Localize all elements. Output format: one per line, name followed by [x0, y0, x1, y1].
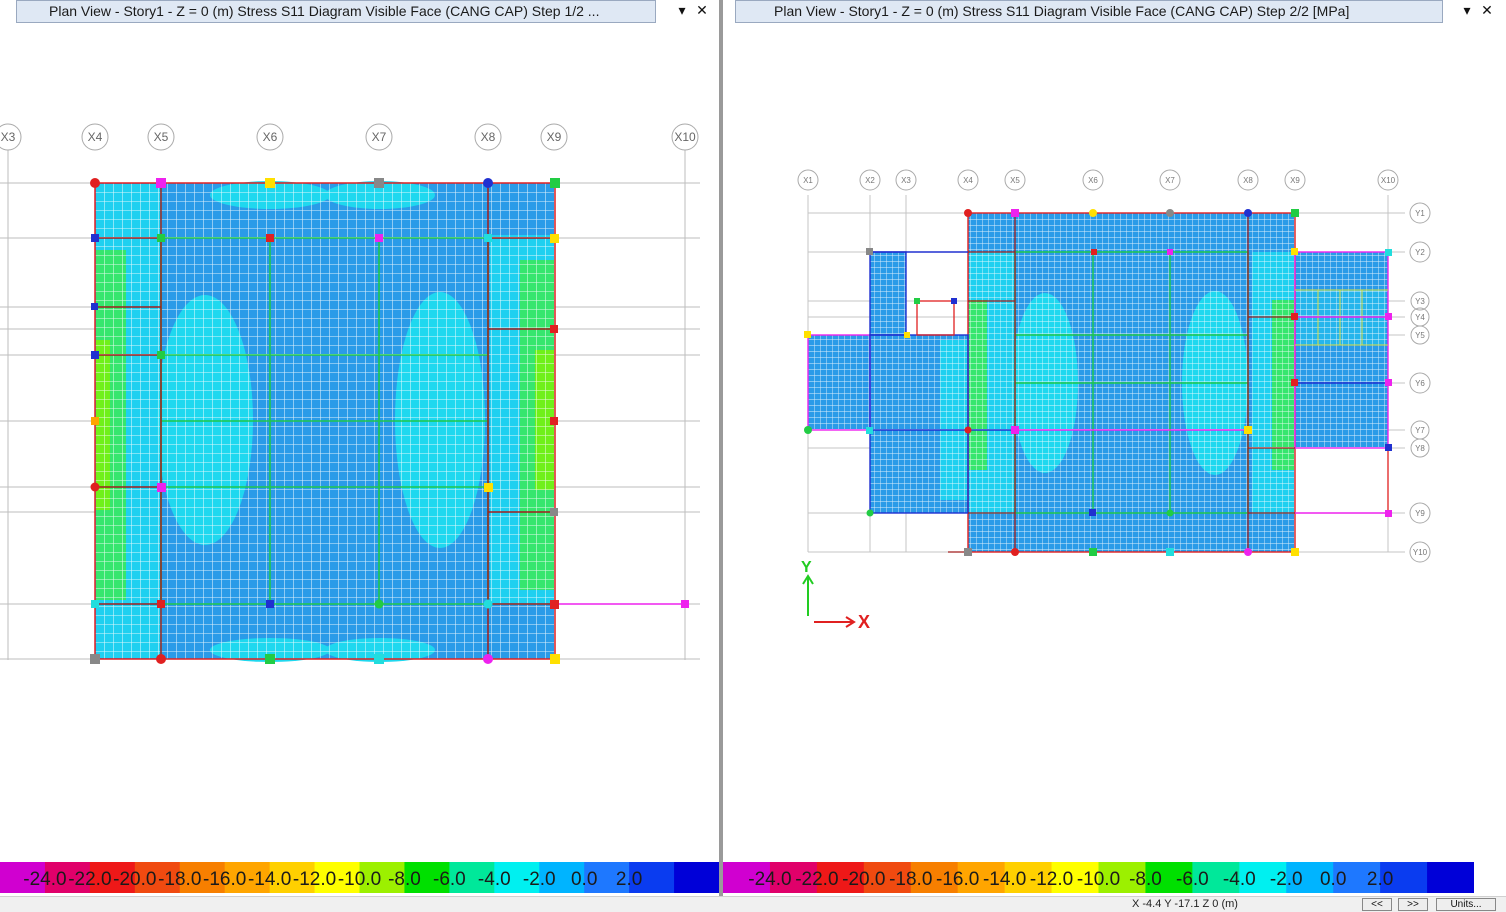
grid-label: Y3 [1415, 297, 1425, 306]
grid-label: Y6 [1415, 379, 1425, 388]
grid-label: Y5 [1415, 331, 1425, 340]
legend-value-label: -16.0 [936, 869, 979, 890]
left-color-legend: -24.0 -22.0 -20.0 -18.0 -16.0 -14.0 -12.0 -10.0… [0, 862, 719, 893]
legend-value-label: -22.0 [795, 869, 838, 890]
legend-value-label: -8.0 [1129, 869, 1162, 890]
right-window-title: Plan View - Story1 - Z = 0 (m) Stress S1… [774, 3, 1350, 19]
left-grid-bubbles: X3 X4 X5 X6 X7 X8 X9 X10 [0, 123, 699, 151]
grid-label: X10 [674, 130, 696, 144]
legend-value-label: -8.0 [388, 869, 421, 890]
grid-label: Y9 [1415, 509, 1425, 518]
grid-label: X4 [88, 130, 103, 144]
y-axis-label: Y [801, 559, 812, 576]
grid-label: X10 [1381, 176, 1396, 185]
grid-label: X9 [1290, 176, 1300, 185]
right-window-title-bar[interactable]: Plan View - Story1 - Z = 0 (m) Stress S1… [735, 0, 1443, 23]
legend-bar: -24.0 -22.0 -20.0 -18.0 -16.0 -14.0 -12.0 -10.0… [0, 862, 719, 893]
grid-label: Y7 [1415, 426, 1425, 435]
legend-value-label: -2.0 [1270, 869, 1303, 890]
legend-value-label: -24.0 [748, 869, 791, 890]
right-plan-view-window[interactable]: Plan View - Story1 - Z = 0 (m) Stress S1… [723, 0, 1506, 911]
grid-label: X9 [547, 130, 562, 144]
grid-label: Y10 [1413, 548, 1428, 557]
legend-value-label: -10.0 [1077, 869, 1120, 890]
legend-color-swatch [674, 862, 719, 893]
grid-label: X4 [963, 176, 973, 185]
grid-label: Y4 [1415, 313, 1425, 322]
grid-label: X7 [1165, 176, 1175, 185]
x-axis-label: X [858, 612, 870, 632]
grid-label: X3 [1, 130, 16, 144]
cursor-coordinates: X -4.4 Y -17.1 Z 0 (m) [1132, 898, 1238, 910]
legend-value-label: -18.0 [889, 869, 932, 890]
right-grid-bubbles-y: Y1 Y2 Y3 Y4 Y5 Y6 Y7 Y8 Y9 Y10 [1409, 202, 1431, 563]
grid-label: X3 [901, 176, 911, 185]
legend-value-label: -20.0 [113, 869, 156, 890]
close-icon[interactable]: ✕ [1477, 2, 1497, 20]
next-button[interactable]: >> [1398, 898, 1428, 911]
status-bar: X -4.4 Y -17.1 Z 0 (m) << >> Units... [0, 896, 1506, 912]
legend-value-label: -6.0 [1176, 869, 1209, 890]
legend-value-label: -18.0 [158, 869, 201, 890]
legend-value-label: -12.0 [293, 869, 336, 890]
legend-value-label: 2.0 [1367, 869, 1393, 890]
units-button[interactable]: Units... [1436, 898, 1496, 911]
legend-value-label: -14.0 [983, 869, 1026, 890]
left-plan-view-window[interactable]: Plan View - Story1 - Z = 0 (m) Stress S1… [0, 0, 719, 911]
grid-label: X2 [865, 176, 875, 185]
legend-value-label: -4.0 [1223, 869, 1256, 890]
right-grid-bubbles-x: X1 X2 X3 X4 X5 X6 X7 X8 X9 X10 [797, 169, 1399, 191]
left-window-title-bar[interactable]: Plan View - Story1 - Z = 0 (m) Stress S1… [16, 0, 656, 23]
legend-color-swatch [1427, 862, 1474, 893]
legend-value-label: -10.0 [338, 869, 381, 890]
legend-value-label: -20.0 [842, 869, 885, 890]
legend-value-label: -6.0 [433, 869, 466, 890]
legend-value-label: -2.0 [523, 869, 556, 890]
grid-label: X7 [372, 130, 387, 144]
legend-value-label: 2.0 [616, 869, 642, 890]
left-plan-view-canvas[interactable]: X3 X4 X5 X6 X7 X8 X9 X10 [0, 24, 719, 860]
legend-value-label: 0.0 [571, 869, 597, 890]
chevron-down-icon[interactable]: ▾ [672, 2, 692, 20]
grid-label: Y2 [1415, 248, 1425, 257]
legend-bar: -24.0 -22.0 -20.0 -18.0 -16.0 -14.0 -12.0 -10.0… [723, 862, 1474, 893]
axis-triad-icon: Y X [801, 559, 870, 632]
previous-button[interactable]: << [1362, 898, 1392, 911]
legend-value-label: -16.0 [203, 869, 246, 890]
legend-value-label: 0.0 [1320, 869, 1346, 890]
grid-label: X8 [481, 130, 496, 144]
grid-label: X6 [1088, 176, 1098, 185]
left-window-title: Plan View - Story1 - Z = 0 (m) Stress S1… [49, 3, 600, 19]
grid-label: Y8 [1415, 444, 1425, 453]
grid-label: X8 [1243, 176, 1253, 185]
grid-label: X5 [1010, 176, 1020, 185]
right-plan-view-canvas[interactable]: X1 X2 X3 X4 X5 X6 X7 X8 X9 X10 Y1 Y2 Y3 … [723, 24, 1506, 860]
grid-label: X1 [803, 176, 813, 185]
legend-value-label: -24.0 [23, 869, 66, 890]
legend-value-label: -4.0 [478, 869, 511, 890]
legend-value-label: -14.0 [248, 869, 291, 890]
grid-label: X6 [263, 130, 278, 144]
close-icon[interactable]: ✕ [692, 2, 712, 20]
grid-label: X5 [154, 130, 169, 144]
chevron-down-icon[interactable]: ▾ [1457, 2, 1477, 20]
right-color-legend: -24.0 -22.0 -20.0 -18.0 -16.0 -14.0 -12.0 -10.0… [723, 862, 1474, 893]
legend-value-label: -22.0 [68, 869, 111, 890]
grid-label: Y1 [1415, 209, 1425, 218]
legend-value-label: -12.0 [1030, 869, 1073, 890]
